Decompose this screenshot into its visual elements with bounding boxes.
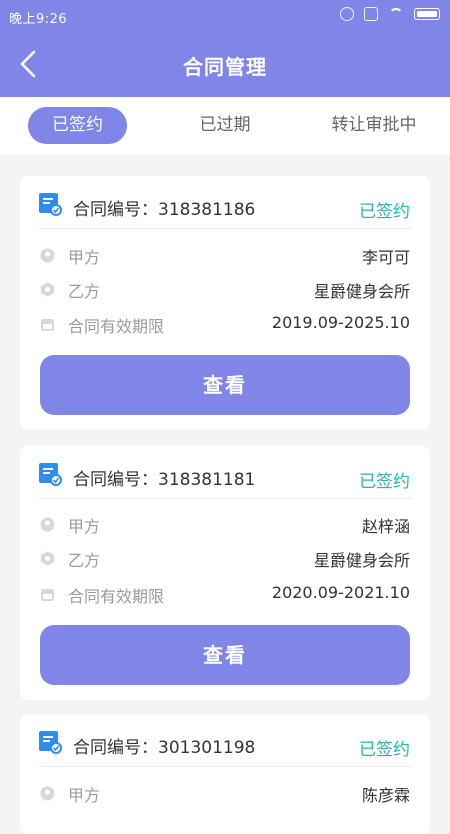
divider	[38, 766, 412, 767]
party-b-value: 星爵健身会所	[313, 282, 410, 301]
validity-label: 合同有效期限	[68, 317, 165, 336]
sim-icon	[364, 7, 378, 21]
status-time: 晚上9:26	[9, 12, 68, 27]
tab-transfer-pending[interactable]: 转让审批中	[318, 107, 430, 144]
status-bar: 晚上9:26	[0, 0, 450, 32]
contract-number: 合同编号：301301198	[73, 738, 256, 758]
party-a-label: 甲方	[68, 517, 101, 536]
calendar-icon	[41, 589, 54, 601]
validity-value: 2019.09-2025.10	[271, 313, 410, 332]
view-button[interactable]: 查看	[40, 625, 410, 685]
party-b-icon	[41, 551, 54, 566]
divider	[38, 228, 412, 229]
contract-number: 合同编号：318381181	[73, 470, 256, 490]
party-a-icon	[40, 786, 55, 801]
party-b-value: 星爵健身会所	[313, 551, 410, 570]
party-a-row: 甲方 陈彦霖	[38, 781, 410, 805]
party-b-row: 乙方 星爵健身会所	[38, 546, 410, 570]
view-button[interactable]: 查看	[40, 355, 410, 415]
page-title: 合同管理	[183, 55, 267, 79]
party-b-label: 乙方	[68, 551, 101, 570]
party-a-icon	[40, 517, 55, 532]
party-a-row: 甲方 赵梓涵	[38, 512, 410, 536]
tab-expired[interactable]: 已过期	[180, 107, 270, 144]
party-b-label: 乙方	[68, 282, 101, 301]
contract-number: 合同编号：318381186	[73, 200, 256, 220]
validity-row: 合同有效期限 2019.09-2025.10	[38, 312, 410, 336]
status-icons	[340, 7, 440, 21]
party-a-value: 陈彦霖	[361, 786, 410, 805]
party-a-row: 甲方 李可可	[38, 243, 410, 267]
validity-label: 合同有效期限	[68, 587, 165, 606]
party-a-value: 李可可	[361, 248, 410, 267]
validity-value: 2020.09-2021.10	[271, 583, 410, 602]
tab-signed[interactable]: 已签约	[28, 107, 127, 144]
navbar: 合同管理	[0, 32, 450, 97]
wifi-icon	[388, 8, 404, 20]
party-a-label: 甲方	[68, 786, 101, 805]
party-a-icon	[40, 248, 55, 263]
top-bar: 晚上9:26 合同管理	[0, 0, 450, 97]
calendar-icon	[41, 319, 54, 331]
contract-card: 合同编号：318381181 已签约 甲方 赵梓涵 乙方 星爵健身会所 合同有效…	[20, 446, 430, 700]
party-b-row: 乙方 星爵健身会所	[38, 277, 410, 301]
contract-document-icon	[39, 463, 62, 486]
battery-icon	[414, 8, 440, 20]
party-b-icon	[41, 282, 54, 297]
contract-document-icon	[39, 731, 62, 754]
tab-bar: 已签约 已过期 转让审批中	[0, 97, 450, 154]
divider	[38, 498, 412, 499]
contract-card: 合同编号：318381186 已签约 甲方 李可可 乙方 星爵健身会所 合同有效…	[20, 176, 430, 430]
contract-card: 合同编号：301301198 已签约 甲方 陈彦霖	[20, 714, 430, 834]
party-a-value: 赵梓涵	[361, 517, 410, 536]
alarm-icon	[340, 7, 354, 21]
status-badge: 已签约	[359, 202, 410, 222]
validity-row: 合同有效期限 2020.09-2021.10	[38, 582, 410, 606]
contract-document-icon	[39, 193, 62, 216]
status-badge: 已签约	[359, 472, 410, 492]
party-a-label: 甲方	[68, 248, 101, 267]
status-badge: 已签约	[359, 740, 410, 760]
